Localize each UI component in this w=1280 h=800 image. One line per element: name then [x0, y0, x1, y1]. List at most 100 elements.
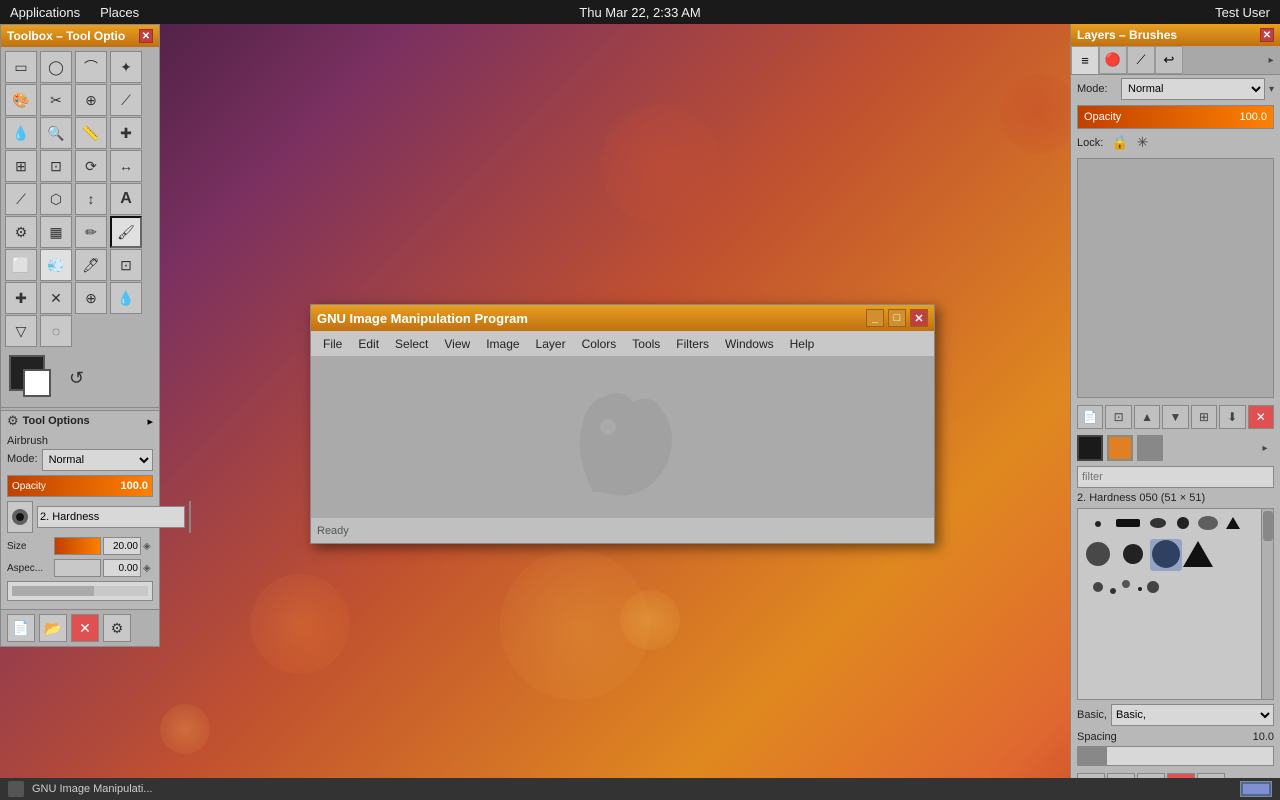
preferences-button[interactable]: ⚙	[103, 614, 131, 642]
tool-rect-select[interactable]: ▭	[5, 51, 37, 83]
tool-color-picker[interactable]: 💧	[5, 117, 37, 149]
tool-bucket-fill[interactable]: ⚙	[5, 216, 37, 248]
color-reset-icon[interactable]: ↺	[69, 368, 84, 389]
color-fg-bg[interactable]	[9, 355, 61, 401]
menu-filters[interactable]: Filters	[668, 335, 717, 353]
tool-align[interactable]: ⊞	[5, 150, 37, 182]
layers-close-button[interactable]: ✕	[1260, 28, 1274, 42]
open-image-button[interactable]: 📂	[39, 614, 67, 642]
brush-tab-orange[interactable]	[1107, 435, 1133, 461]
layer-duplicate-button[interactable]: ⊡	[1105, 405, 1131, 429]
tool-options-arrow[interactable]: ▸	[147, 415, 153, 428]
layers-tab-layers[interactable]: ≡	[1071, 46, 1099, 74]
new-image-button[interactable]: 📄	[7, 614, 35, 642]
tool-ink[interactable]: 🖊	[75, 249, 107, 281]
opacity-slider[interactable]: Opacity 100.0	[7, 475, 153, 497]
statusbar: GNU Image Manipulati...	[0, 778, 1280, 800]
gimp-minimize-button[interactable]: _	[866, 309, 884, 327]
menu-file[interactable]: File	[315, 335, 350, 353]
brush-grid-scrollbar[interactable]	[1261, 509, 1273, 699]
brush-filter-input[interactable]	[1077, 466, 1274, 488]
layers-tabs: ≡ 🔴 ⟋ ↩ ▸	[1071, 46, 1280, 75]
delete-button[interactable]: ✕	[71, 614, 99, 642]
size-slider[interactable]	[54, 537, 101, 555]
mode-select[interactable]: Normal	[42, 449, 153, 471]
tool-free-select[interactable]: ⌒	[75, 51, 107, 83]
brush-preview[interactable]	[7, 501, 33, 533]
menu-view[interactable]: View	[436, 335, 478, 353]
gimp-close-button[interactable]: ✕	[910, 309, 928, 327]
menu-select[interactable]: Select	[387, 335, 436, 353]
background-color[interactable]	[23, 369, 51, 397]
tool-clone[interactable]: ⊡	[110, 249, 142, 281]
tool-rotate[interactable]: ⟳	[75, 150, 107, 182]
menu-windows[interactable]: Windows	[717, 335, 782, 353]
layer-move-down-button[interactable]: ▼	[1162, 405, 1188, 429]
tool-airbrush[interactable]: 💨	[40, 249, 72, 281]
brush-name-input[interactable]	[37, 506, 185, 528]
tool-eraser[interactable]: ⬜	[5, 249, 37, 281]
menu-image[interactable]: Image	[478, 335, 527, 353]
tool-dodge-burn[interactable]: 💧	[110, 282, 142, 314]
layer-new-button[interactable]: 📄	[1077, 405, 1103, 429]
menu-edit[interactable]: Edit	[350, 335, 387, 353]
statusbar-indicator	[1240, 781, 1272, 797]
menu-tools[interactable]: Tools	[624, 335, 668, 353]
tool-ellipse-select[interactable]: ◯	[40, 51, 72, 83]
places-menu[interactable]: Places	[100, 5, 139, 20]
tool-perspective-clone[interactable]: ✕	[40, 282, 72, 314]
toolbox-panel: Toolbox – Tool Optio ✕ ▭ ◯ ⌒ ✦ 🎨 ✂ ⊕ ⟋ 💧…	[0, 24, 160, 647]
brush-tab-gray[interactable]	[1137, 435, 1163, 461]
tool-smudge[interactable]: ⊕	[75, 282, 107, 314]
tool-pencil[interactable]: ✏	[75, 216, 107, 248]
layer-merge-button[interactable]: ⊞	[1191, 405, 1217, 429]
tool-blend[interactable]: ▦	[40, 216, 72, 248]
menu-colors[interactable]: Colors	[574, 335, 625, 353]
tool-foreground-select[interactable]: ⊕	[75, 84, 107, 116]
brush-set-select[interactable]: Basic,	[1111, 704, 1274, 726]
brush-scrollbar[interactable]	[189, 501, 191, 533]
applications-menu[interactable]: Applications	[10, 5, 80, 20]
brush-tab-dark[interactable]	[1077, 435, 1103, 461]
tool-scissors[interactable]: ✂	[40, 84, 72, 116]
menu-layer[interactable]: Layer	[528, 335, 574, 353]
tool-text[interactable]: A	[110, 183, 142, 215]
gimp-maximize-button[interactable]: □	[888, 309, 906, 327]
toolbox-close-button[interactable]: ✕	[139, 29, 153, 43]
layers-tab-paths[interactable]: ⟋	[1127, 46, 1155, 74]
tool-fuzzy-select[interactable]: ✦	[110, 51, 142, 83]
layer-delete-button[interactable]: ✕	[1248, 405, 1274, 429]
layers-lock-position-icon[interactable]: 🔒	[1111, 134, 1128, 151]
aspect-slider[interactable]	[54, 559, 101, 577]
layers-tab-more[interactable]: ▸	[1262, 46, 1280, 74]
tool-zoom[interactable]: 🔍	[40, 117, 72, 149]
tool-scale[interactable]: ↔	[110, 150, 142, 182]
layers-mode-select[interactable]: Normal	[1121, 78, 1265, 100]
layers-tab-channels[interactable]: 🔴	[1099, 46, 1127, 74]
spacing-slider[interactable]	[1077, 746, 1274, 766]
tool-desaturate[interactable]: ▽	[5, 315, 37, 347]
tool-shear[interactable]: ⟋	[5, 183, 37, 215]
menu-help[interactable]: Help	[782, 335, 823, 353]
layer-move-up-button[interactable]: ▲	[1134, 405, 1160, 429]
tool-paintbrush[interactable]: 🖌	[110, 216, 142, 248]
angle-scrollbar[interactable]	[12, 586, 148, 596]
tool-crop[interactable]: ⊡	[40, 150, 72, 182]
tool-flip[interactable]: ↕	[75, 183, 107, 215]
tool-heal[interactable]: ✚	[5, 282, 37, 314]
layers-tab-undo[interactable]: ↩	[1155, 46, 1183, 74]
layers-opacity-slider[interactable]: Opacity 100.0	[1077, 105, 1274, 129]
layer-flatten-button[interactable]: ⬇	[1219, 405, 1245, 429]
tool-move[interactable]: ✚	[110, 117, 142, 149]
tool-measure[interactable]: 📏	[75, 117, 107, 149]
tool-blur[interactable]: ◌	[40, 315, 72, 347]
tool-paths[interactable]: ⟋	[110, 84, 142, 116]
brush-grid-svg	[1078, 509, 1268, 609]
tool-select-by-color[interactable]: 🎨	[5, 84, 37, 116]
brush-panel-more[interactable]: ▸	[1256, 435, 1274, 461]
layers-lock-alpha-icon[interactable]: ✳	[1137, 134, 1149, 151]
tool-perspective[interactable]: ⬡	[40, 183, 72, 215]
gimp-watermark	[533, 372, 713, 502]
toolbox-title-label: Toolbox – Tool Optio	[7, 29, 125, 43]
size-label: Size	[7, 541, 52, 552]
